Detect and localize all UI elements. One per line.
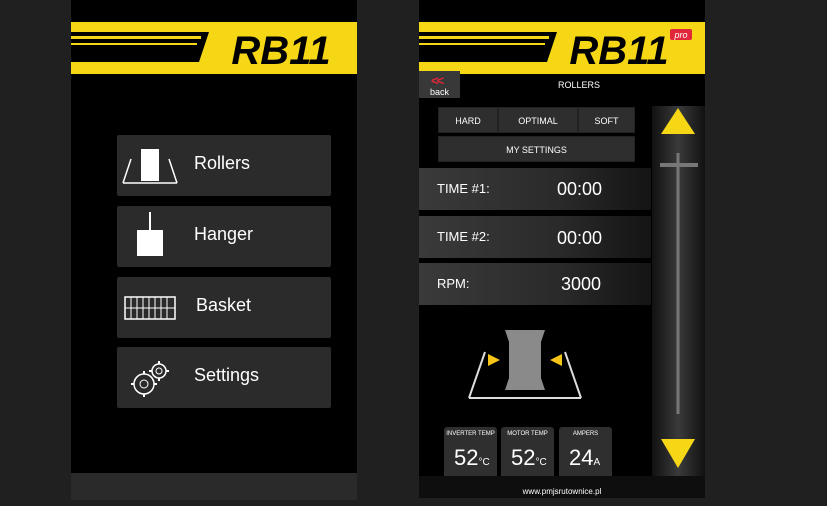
rollers-button[interactable]: Rollers [117,135,331,196]
gear-icon [117,347,183,408]
basket-button[interactable]: Basket [117,277,331,338]
mode-optimal-button[interactable]: OPTIMAL [498,107,578,133]
inverter-temp-gauge: INVERTER TEMP 52°C [444,427,497,476]
mode-soft-button[interactable]: SOFT [578,107,635,133]
website-link[interactable]: www.pmjsrutownice.pl [419,487,705,496]
gauge-unit: °C [478,457,490,468]
rollers-icon [117,135,183,196]
settings-label: Settings [194,365,260,385]
rollers-diagram [468,330,582,399]
slider-handle[interactable] [660,163,698,167]
basket-icon [117,277,183,338]
time1-value: 00:00 [557,179,603,199]
back-chevron-icon: << [431,73,444,88]
rpm-row[interactable]: RPM: 3000 [419,263,651,305]
rpm-label: RPM: [437,276,470,291]
gauge-value: 24 [569,445,594,470]
main-menu-screen: RB11 Rollers Hanger Basket Settings [71,0,357,500]
gauge-label: AMPERS [572,431,599,437]
gauge-label: INVERTER TEMP [446,431,495,437]
ampers-gauge: AMPERS 24A [559,427,612,476]
pro-badge: pro [673,30,687,40]
logo-text: RB11 [231,29,330,73]
back-label: back [430,87,450,97]
rpm-slider[interactable] [652,106,705,476]
motor-temp-gauge: MOTOR TEMP 52°C [501,427,554,476]
settings-button[interactable]: Settings [117,347,331,408]
gauge-value: 52 [511,445,536,470]
brand-header: RB11 [71,22,357,74]
time1-row[interactable]: TIME #1: 00:00 [419,168,651,210]
brand-header: RB11 pro [419,22,705,74]
time2-label: TIME #2: [437,229,490,244]
back-button[interactable]: << back [419,71,460,98]
mode-hard-button[interactable]: HARD [438,107,498,133]
hanger-icon [117,206,183,267]
hanger-label: Hanger [194,224,254,244]
gauge-value: 52 [454,445,479,470]
rollers-label: Rollers [194,153,251,173]
hanger-button[interactable]: Hanger [117,206,331,267]
basket-label: Basket [196,295,252,315]
rpm-value: 3000 [561,274,602,294]
my-settings-button[interactable]: MY SETTINGS [438,136,635,162]
footer-bar [71,473,357,500]
page-title: ROLLERS [557,80,601,90]
logo-text: RB11 [569,29,668,73]
slider-down-arrow-icon[interactable] [661,439,695,468]
gauge-label: MOTOR TEMP [507,431,548,437]
time1-label: TIME #1: [437,181,490,196]
slider-up-arrow-icon[interactable] [661,108,695,134]
time2-value: 00:00 [557,228,603,248]
gauge-unit: °C [535,457,547,468]
time2-row[interactable]: TIME #2: 00:00 [419,216,651,258]
rollers-screen: RB11 pro << back ROLLERS HARD OPTIMAL SO… [419,0,705,498]
gauge-unit: A [593,457,601,468]
